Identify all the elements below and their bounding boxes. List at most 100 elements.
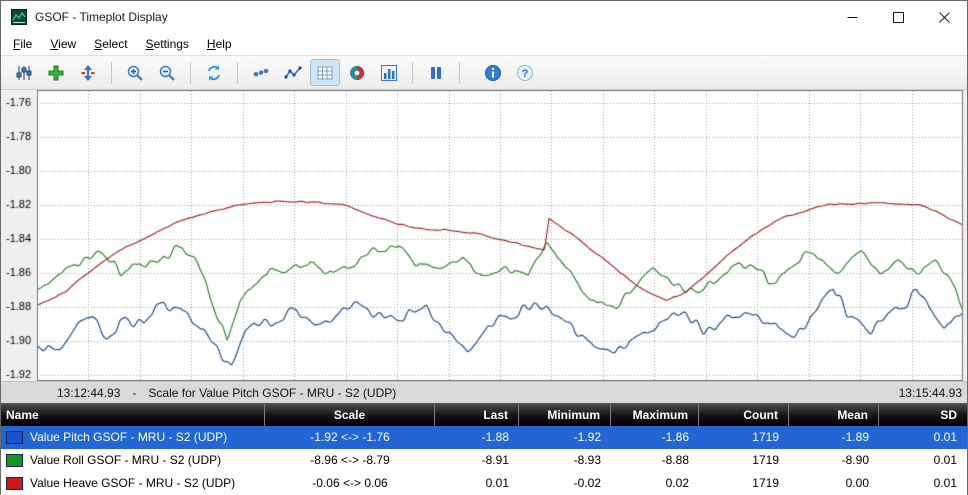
- series-name-cell: Value Roll GSOF - MRU - S2 (UDP): [1, 449, 265, 472]
- time-status-bar: 13:12:44.93 - Scale for Value Pitch GSOF…: [1, 381, 967, 404]
- close-icon: [939, 12, 950, 23]
- cell-scale: -8.96 <-> -8.79: [265, 449, 435, 472]
- cell-sd: 0.01: [879, 426, 967, 449]
- cell-min: -1.92: [519, 426, 611, 449]
- titlebar: GSOF - Timeplot Display: [1, 1, 967, 33]
- series-name-cell: Value Pitch GSOF - MRU - S2 (UDP): [1, 426, 265, 449]
- plus-icon: [47, 64, 65, 82]
- column-header-last[interactable]: Last: [435, 404, 519, 426]
- table-header: Name Scale Last Minimum Maximum Count Me…: [1, 404, 967, 426]
- info-button[interactable]: [478, 59, 508, 86]
- zoom-in-icon: [126, 64, 144, 82]
- menu-select[interactable]: Select: [85, 33, 136, 55]
- cell-scale: -0.06 <-> 0.06: [265, 472, 435, 495]
- close-button[interactable]: [921, 1, 967, 33]
- cell-count: 1719: [699, 449, 789, 472]
- table-row[interactable]: Value Pitch GSOF - MRU - S2 (UDP)-1.92 <…: [1, 426, 967, 449]
- histogram-icon: [380, 64, 398, 82]
- column-header-name[interactable]: Name: [1, 404, 265, 426]
- app-icon: [11, 9, 27, 25]
- column-header-scale[interactable]: Scale: [265, 404, 435, 426]
- cell-max: -1.86: [611, 426, 699, 449]
- show-lines-button[interactable]: [278, 59, 308, 86]
- cell-mean: -8.90: [789, 449, 879, 472]
- toolbar-separator: [237, 62, 238, 84]
- cell-sd: 0.01: [879, 449, 967, 472]
- toolbar-separator: [459, 62, 460, 84]
- column-header-mean[interactable]: Mean: [789, 404, 879, 426]
- chart-area: [1, 90, 967, 381]
- refresh-icon: [205, 64, 223, 82]
- timeplot-app-icon: [11, 9, 27, 25]
- zoom-out-icon: [158, 64, 176, 82]
- channel-sliders-button[interactable]: [9, 59, 39, 86]
- timeplot-canvas[interactable]: [1, 90, 967, 381]
- fit-scale-button[interactable]: [73, 59, 103, 86]
- vertical-scale-arrows-icon: [79, 64, 97, 82]
- maximize-icon: [893, 12, 904, 23]
- menu-settings[interactable]: Settings: [137, 33, 198, 55]
- show-markers-button[interactable]: [246, 59, 276, 86]
- series-name-cell: Value Heave GSOF - MRU - S2 (UDP): [1, 472, 265, 495]
- series-color-swatch: [6, 431, 23, 444]
- grid-icon: [316, 64, 334, 82]
- series-table-body: Value Pitch GSOF - MRU - S2 (UDP)-1.92 <…: [1, 426, 967, 495]
- cell-count: 1719: [699, 472, 789, 495]
- status-separator: -: [132, 386, 136, 400]
- minimize-icon: [847, 12, 858, 23]
- menu-file[interactable]: File: [4, 33, 41, 55]
- menu-help[interactable]: Help: [198, 33, 241, 55]
- zoom-in-button[interactable]: [120, 59, 150, 86]
- histogram-button[interactable]: [374, 59, 404, 86]
- series-color-swatch: [6, 454, 23, 467]
- markers-icon: [252, 64, 270, 82]
- toolbar-separator: [111, 62, 112, 84]
- help-button[interactable]: ?: [510, 59, 540, 86]
- pause-icon: [427, 64, 445, 82]
- info-icon: [484, 64, 502, 82]
- svg-text:?: ?: [522, 68, 529, 80]
- series-table: Name Scale Last Minimum Maximum Count Me…: [1, 404, 967, 495]
- cell-min: -0.02: [519, 472, 611, 495]
- scale-description: Scale for Value Pitch GSOF - MRU - S2 (U…: [148, 386, 396, 400]
- menu-view[interactable]: View: [41, 33, 85, 55]
- show-grid-button[interactable]: [310, 59, 340, 86]
- menubar: File View Select Settings Help: [1, 33, 967, 55]
- colors-button[interactable]: [342, 59, 372, 86]
- add-series-button[interactable]: [41, 59, 71, 86]
- column-header-minimum[interactable]: Minimum: [519, 404, 611, 426]
- cell-mean: 0.00: [789, 472, 879, 495]
- cell-last: -8.91: [435, 449, 519, 472]
- pause-button[interactable]: [421, 59, 451, 86]
- cell-last: 0.01: [435, 472, 519, 495]
- minimize-button[interactable]: [829, 1, 875, 33]
- zoom-out-button[interactable]: [152, 59, 182, 86]
- cell-last: -1.88: [435, 426, 519, 449]
- column-header-maximum[interactable]: Maximum: [611, 404, 699, 426]
- cell-count: 1719: [699, 426, 789, 449]
- cell-max: -8.88: [611, 449, 699, 472]
- toolbar-separator: [412, 62, 413, 84]
- color-wheel-icon: [348, 64, 366, 82]
- maximize-button[interactable]: [875, 1, 921, 33]
- series-name: Value Pitch GSOF - MRU - S2 (UDP): [30, 426, 227, 449]
- column-header-sd[interactable]: SD: [879, 404, 967, 426]
- cell-min: -8.93: [519, 449, 611, 472]
- toolbar-separator: [190, 62, 191, 84]
- sliders-icon: [15, 64, 33, 82]
- window: GSOF - Timeplot Display File View Select…: [0, 0, 968, 495]
- table-row[interactable]: Value Roll GSOF - MRU - S2 (UDP) -8.96 <-…: [1, 449, 967, 472]
- help-icon: ?: [516, 64, 534, 82]
- column-header-count[interactable]: Count: [699, 404, 789, 426]
- cell-mean: -1.89: [789, 426, 879, 449]
- window-controls: [829, 1, 967, 33]
- series-name: Value Roll GSOF - MRU - S2 (UDP): [30, 449, 221, 472]
- window-title: GSOF - Timeplot Display: [35, 10, 168, 24]
- start-time: 13:12:44.93: [57, 386, 120, 400]
- toolbar: ?: [1, 55, 967, 90]
- refresh-button[interactable]: [199, 59, 229, 86]
- series-color-swatch: [6, 477, 23, 490]
- line-plot-icon: [284, 64, 302, 82]
- table-row[interactable]: Value Heave GSOF - MRU - S2 (UDP)-0.06 <…: [1, 472, 967, 495]
- end-time: 13:15:44.93: [899, 386, 962, 400]
